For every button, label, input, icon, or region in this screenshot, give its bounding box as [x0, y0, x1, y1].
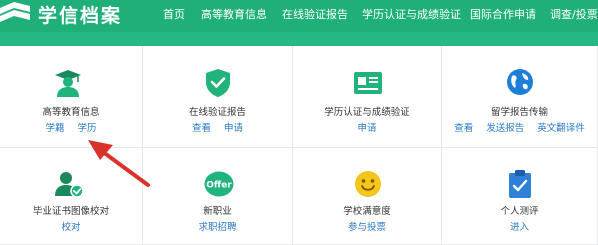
- card-study-abroad-report[interactable]: 留学报告传输 查看 发送报告 英文翻译件: [442, 46, 598, 148]
- top-header: 学信档案 首页 高等教育信息 在线验证报告 学历认证与成绩验证 国际合作申请 调…: [0, 0, 598, 32]
- card-links: 查看 发送报告 英文翻译件: [442, 123, 597, 135]
- link-english-translation[interactable]: 英文翻译件: [537, 123, 585, 134]
- card-title: 留学报告传输: [490, 107, 548, 118]
- link-enter[interactable]: 进入: [510, 222, 529, 233]
- card-links: 申请: [293, 123, 441, 135]
- card-title: 毕业证书图像校对: [32, 206, 109, 217]
- link-send-report[interactable]: 发送报告: [486, 123, 524, 134]
- clipboard-check-icon: [509, 170, 531, 198]
- book-logo-icon[interactable]: [0, 0, 34, 30]
- nav-survey-vote[interactable]: 调查/投票: [550, 8, 598, 22]
- card-title: 个人测评: [500, 206, 539, 217]
- nav-home[interactable]: 首页: [163, 8, 185, 22]
- nav-degree-certification[interactable]: 学历认证与成绩验证: [362, 8, 461, 22]
- card-links: 查看 申请: [143, 123, 292, 135]
- link-apply[interactable]: 申请: [357, 123, 376, 134]
- shield-check-icon: [206, 69, 230, 97]
- card-online-verification-report[interactable]: 在线验证报告 查看 申请: [143, 46, 293, 148]
- nav-higher-education-info[interactable]: 高等教育信息: [201, 8, 267, 22]
- logo-text[interactable]: 学信档案: [38, 4, 122, 28]
- link-enrollment[interactable]: 学籍: [45, 123, 64, 134]
- user-check-icon: [55, 172, 84, 198]
- card-links: 求职招聘: [143, 222, 292, 234]
- card-title: 在线验证报告: [188, 107, 246, 118]
- link-proofread[interactable]: 校对: [61, 222, 80, 233]
- card-title: 学校满意度: [343, 206, 391, 217]
- nav-online-verification-report[interactable]: 在线验证报告: [282, 8, 348, 22]
- card-diploma-image-check[interactable]: 毕业证书图像校对 校对: [0, 148, 143, 245]
- link-vote[interactable]: 参与投票: [348, 222, 386, 233]
- offer-icon-text: Offer: [206, 181, 232, 191]
- card-title: 高等教育信息: [42, 107, 100, 118]
- card-links: 学籍 学历: [0, 123, 142, 135]
- link-apply[interactable]: 申请: [224, 123, 243, 134]
- link-education-record[interactable]: 学历: [78, 123, 97, 134]
- card-links: 进入: [442, 222, 597, 234]
- id-card-icon: [354, 72, 382, 94]
- header-band: [0, 32, 598, 46]
- nav-international-cooperation[interactable]: 国际合作申请: [470, 8, 536, 22]
- card-school-satisfaction[interactable]: 学校满意度 参与投票: [293, 148, 442, 245]
- link-view[interactable]: 查看: [454, 123, 473, 134]
- card-title: 新职业: [203, 206, 232, 217]
- link-view[interactable]: 查看: [192, 123, 211, 134]
- card-personal-assessment[interactable]: 个人测评 进入: [442, 148, 598, 245]
- card-new-career[interactable]: Offer 新职业 求职招聘: [143, 148, 293, 245]
- card-links: 参与投票: [293, 222, 441, 234]
- card-title: 学历认证与成绩验证: [324, 107, 410, 118]
- link-job-recruitment[interactable]: 求职招聘: [198, 222, 236, 233]
- offer-icon: Offer: [204, 171, 234, 197]
- card-links: 校对: [0, 222, 142, 234]
- card-degree-certification[interactable]: 学历认证与成绩验证 申请: [293, 46, 442, 148]
- smiley-icon: [355, 171, 381, 197]
- graduate-icon: [55, 70, 81, 97]
- globe-icon: [507, 69, 533, 95]
- card-higher-education-info[interactable]: 高等教育信息 学籍 学历: [0, 46, 143, 148]
